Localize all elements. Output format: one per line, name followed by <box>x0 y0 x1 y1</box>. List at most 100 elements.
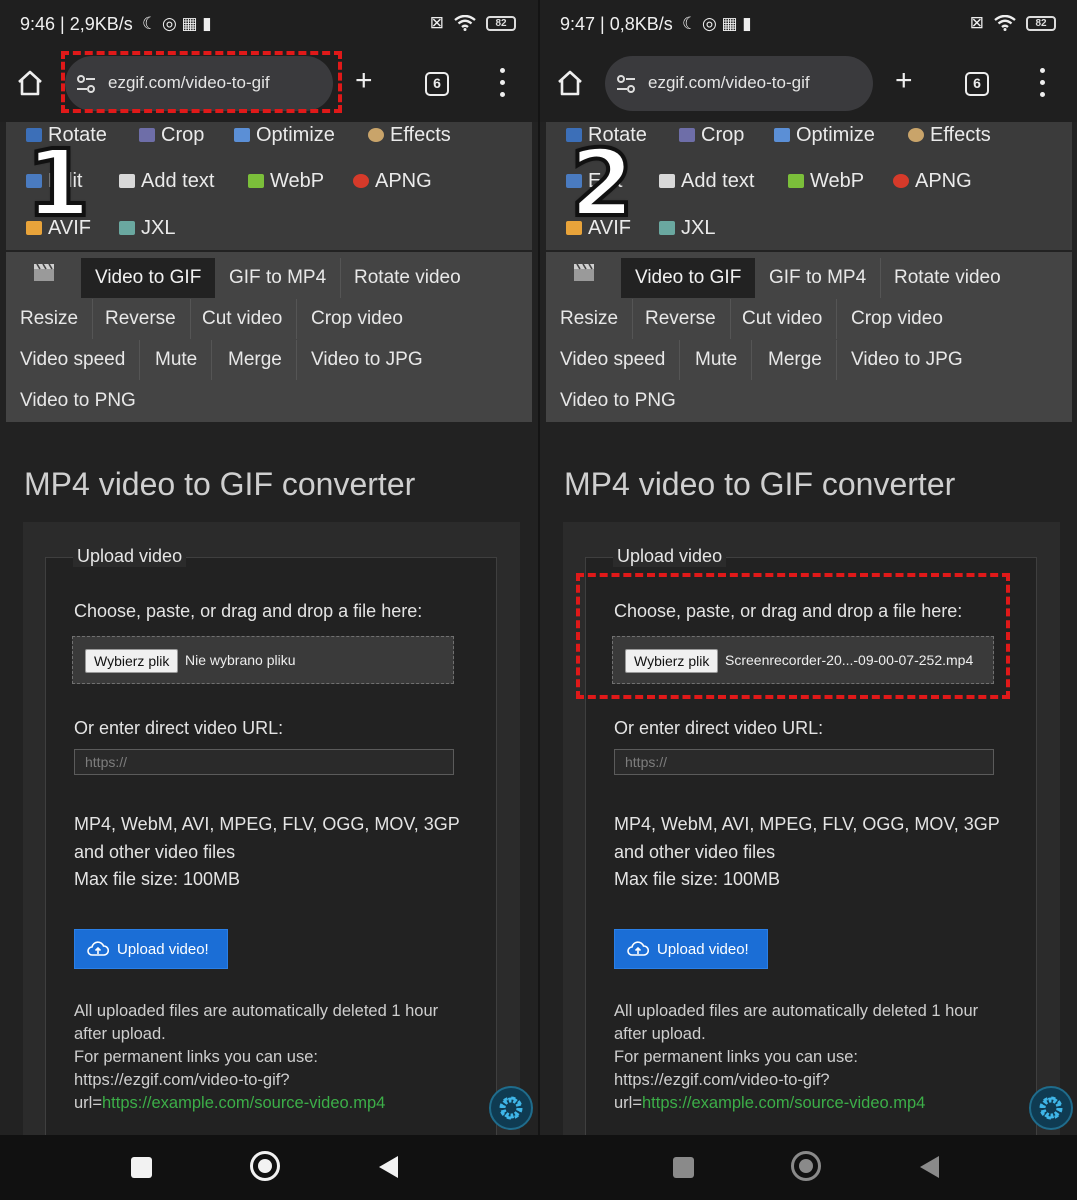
nav-rotate-video[interactable]: Rotate video <box>340 258 475 298</box>
video-tools-nav: Video to GIF GIF to MP4 Rotate video Res… <box>546 252 1072 422</box>
tool-add-text[interactable]: Add text <box>119 168 214 194</box>
home-button-right[interactable] <box>791 1151 821 1181</box>
example-link[interactable]: https://example.com/source-video.mp4 <box>642 1094 925 1112</box>
nav-reverse[interactable]: Reverse <box>91 299 191 339</box>
tool-jxl[interactable]: JXL <box>119 215 175 241</box>
home-button-left[interactable] <box>250 1151 280 1181</box>
tool-crop[interactable]: Crop <box>679 122 744 148</box>
status-time: 9:47 | 0,8KB/s <box>560 14 673 34</box>
phone-screen-step-2: 9:47 | 0,8KB/s ☾ ◎ ▦ ▮ ⊠ 82 ezgif.com/vi… <box>540 0 1077 1135</box>
nav-merge[interactable]: Merge <box>754 340 837 380</box>
step-number: 2 <box>568 130 636 237</box>
choose-file-button[interactable]: Wybierz plik <box>85 649 179 673</box>
jxl-icon <box>659 221 675 235</box>
sim-icon: ⊠ <box>429 13 444 32</box>
nav-crop-video[interactable]: Crop video <box>297 299 417 339</box>
url-placeholder: https:// <box>625 754 668 770</box>
nav-video-to-png[interactable]: Video to PNG <box>546 381 690 421</box>
tab-switcher-button[interactable]: 6 <box>425 72 449 96</box>
nav-video-speed[interactable]: Video speed <box>6 340 141 380</box>
battery-icon: 82 <box>1026 15 1056 31</box>
nav-resize[interactable]: Resize <box>546 299 634 339</box>
back-button-right[interactable] <box>918 1155 940 1179</box>
tool-crop[interactable]: Crop <box>139 122 204 148</box>
home-icon[interactable] <box>15 68 45 98</box>
file-drop-zone[interactable]: Wybierz plik Nie wybrano pliku <box>72 636 454 684</box>
nav-gif-to-mp4[interactable]: GIF to MP4 <box>755 258 882 298</box>
text-icon <box>119 174 135 188</box>
jxl-icon <box>119 221 135 235</box>
back-button-left[interactable] <box>377 1155 399 1179</box>
tool-webp[interactable]: WebP <box>248 168 324 194</box>
upload-video-button[interactable]: Upload video! <box>74 929 228 969</box>
nav-video-to-jpg[interactable]: Video to JPG <box>297 340 437 380</box>
video-url-input[interactable]: https:// <box>614 749 994 775</box>
browser-toolbar: ezgif.com/video-to-gif + 6 <box>540 50 1077 122</box>
url-placeholder: https:// <box>85 754 128 770</box>
tool-apng[interactable]: APNG <box>353 168 432 194</box>
more-menu-icon[interactable] <box>1040 68 1046 98</box>
upload-legend: Upload video <box>73 546 187 567</box>
nav-gif-to-mp4[interactable]: GIF to MP4 <box>215 258 342 298</box>
nav-merge[interactable]: Merge <box>214 340 297 380</box>
gear-icon <box>1039 1096 1063 1120</box>
nav-video-to-gif[interactable]: Video to GIF <box>621 258 756 298</box>
tool-optimize[interactable]: Optimize <box>774 122 875 148</box>
nav-mute[interactable]: Mute <box>141 340 213 380</box>
nav-reverse[interactable]: Reverse <box>631 299 731 339</box>
choose-file-label: Choose, paste, or drag and drop a file h… <box>74 601 423 621</box>
moon-icon: ☾ ◎ ▦ ▮ <box>142 14 212 33</box>
url-label: Or enter direct video URL: <box>74 718 284 738</box>
page-title: MP4 video to GIF converter <box>24 466 416 502</box>
tool-effects[interactable]: Effects <box>368 122 451 148</box>
tool-add-text[interactable]: Add text <box>659 168 754 194</box>
battery-icon: 82 <box>486 15 516 31</box>
nav-video-to-jpg[interactable]: Video to JPG <box>837 340 977 380</box>
nav-mute[interactable]: Mute <box>681 340 753 380</box>
tool-optimize[interactable]: Optimize <box>234 122 335 148</box>
upload-legend: Upload video <box>613 546 727 567</box>
nav-video-speed[interactable]: Video speed <box>546 340 681 380</box>
wifi-icon <box>454 15 476 31</box>
nav-resize[interactable]: Resize <box>6 299 94 339</box>
nav-cut-video[interactable]: Cut video <box>728 299 838 339</box>
gear-icon <box>499 1096 523 1120</box>
nav-video-to-gif[interactable]: Video to GIF <box>81 258 216 298</box>
apng-icon <box>893 174 909 188</box>
page-title: MP4 video to GIF converter <box>564 466 956 502</box>
palette-icon <box>368 128 384 142</box>
home-icon[interactable] <box>555 68 585 98</box>
recents-button-left[interactable] <box>131 1157 152 1178</box>
more-menu-icon[interactable] <box>500 68 506 98</box>
new-tab-icon[interactable]: + <box>355 66 373 96</box>
step-number: 1 <box>24 130 92 237</box>
tool-apng[interactable]: APNG <box>893 168 972 194</box>
video-url-input[interactable]: https:// <box>74 749 454 775</box>
url-text[interactable]: ezgif.com/video-to-gif <box>648 73 810 93</box>
video-tools-nav: Video to GIF GIF to MP4 Rotate video Res… <box>6 252 532 422</box>
url-label: Or enter direct video URL: <box>614 718 824 738</box>
recents-button-right[interactable] <box>673 1157 694 1178</box>
tool-webp[interactable]: WebP <box>788 168 864 194</box>
settings-gear-button[interactable] <box>489 1086 533 1130</box>
status-bar: 9:47 | 0,8KB/s ☾ ◎ ▦ ▮ ⊠ 82 <box>540 0 1077 50</box>
tool-jxl[interactable]: JXL <box>659 215 715 241</box>
status-bar: 9:46 | 2,9KB/s ☾ ◎ ▦ ▮ ⊠ 82 <box>0 0 538 50</box>
tool-effects[interactable]: Effects <box>908 122 991 148</box>
upload-video-button[interactable]: Upload video! <box>614 929 768 969</box>
tab-switcher-button[interactable]: 6 <box>965 72 989 96</box>
wifi-icon <box>994 15 1016 31</box>
nav-rotate-video[interactable]: Rotate video <box>880 258 1015 298</box>
format-info: MP4, WebM, AVI, MPEG, FLV, OGG, MOV, 3GP… <box>614 814 1000 889</box>
clapperboard-icon <box>574 263 594 281</box>
site-settings-icon[interactable] <box>615 73 637 95</box>
text-icon <box>659 174 675 188</box>
nav-video-to-png[interactable]: Video to PNG <box>6 381 150 421</box>
example-link[interactable]: https://example.com/source-video.mp4 <box>102 1094 385 1112</box>
address-bar[interactable]: ezgif.com/video-to-gif <box>605 56 873 111</box>
settings-gear-button[interactable] <box>1029 1086 1073 1130</box>
nav-cut-video[interactable]: Cut video <box>188 299 298 339</box>
new-tab-icon[interactable]: + <box>895 66 913 96</box>
palette-icon <box>908 128 924 142</box>
nav-crop-video[interactable]: Crop video <box>837 299 957 339</box>
